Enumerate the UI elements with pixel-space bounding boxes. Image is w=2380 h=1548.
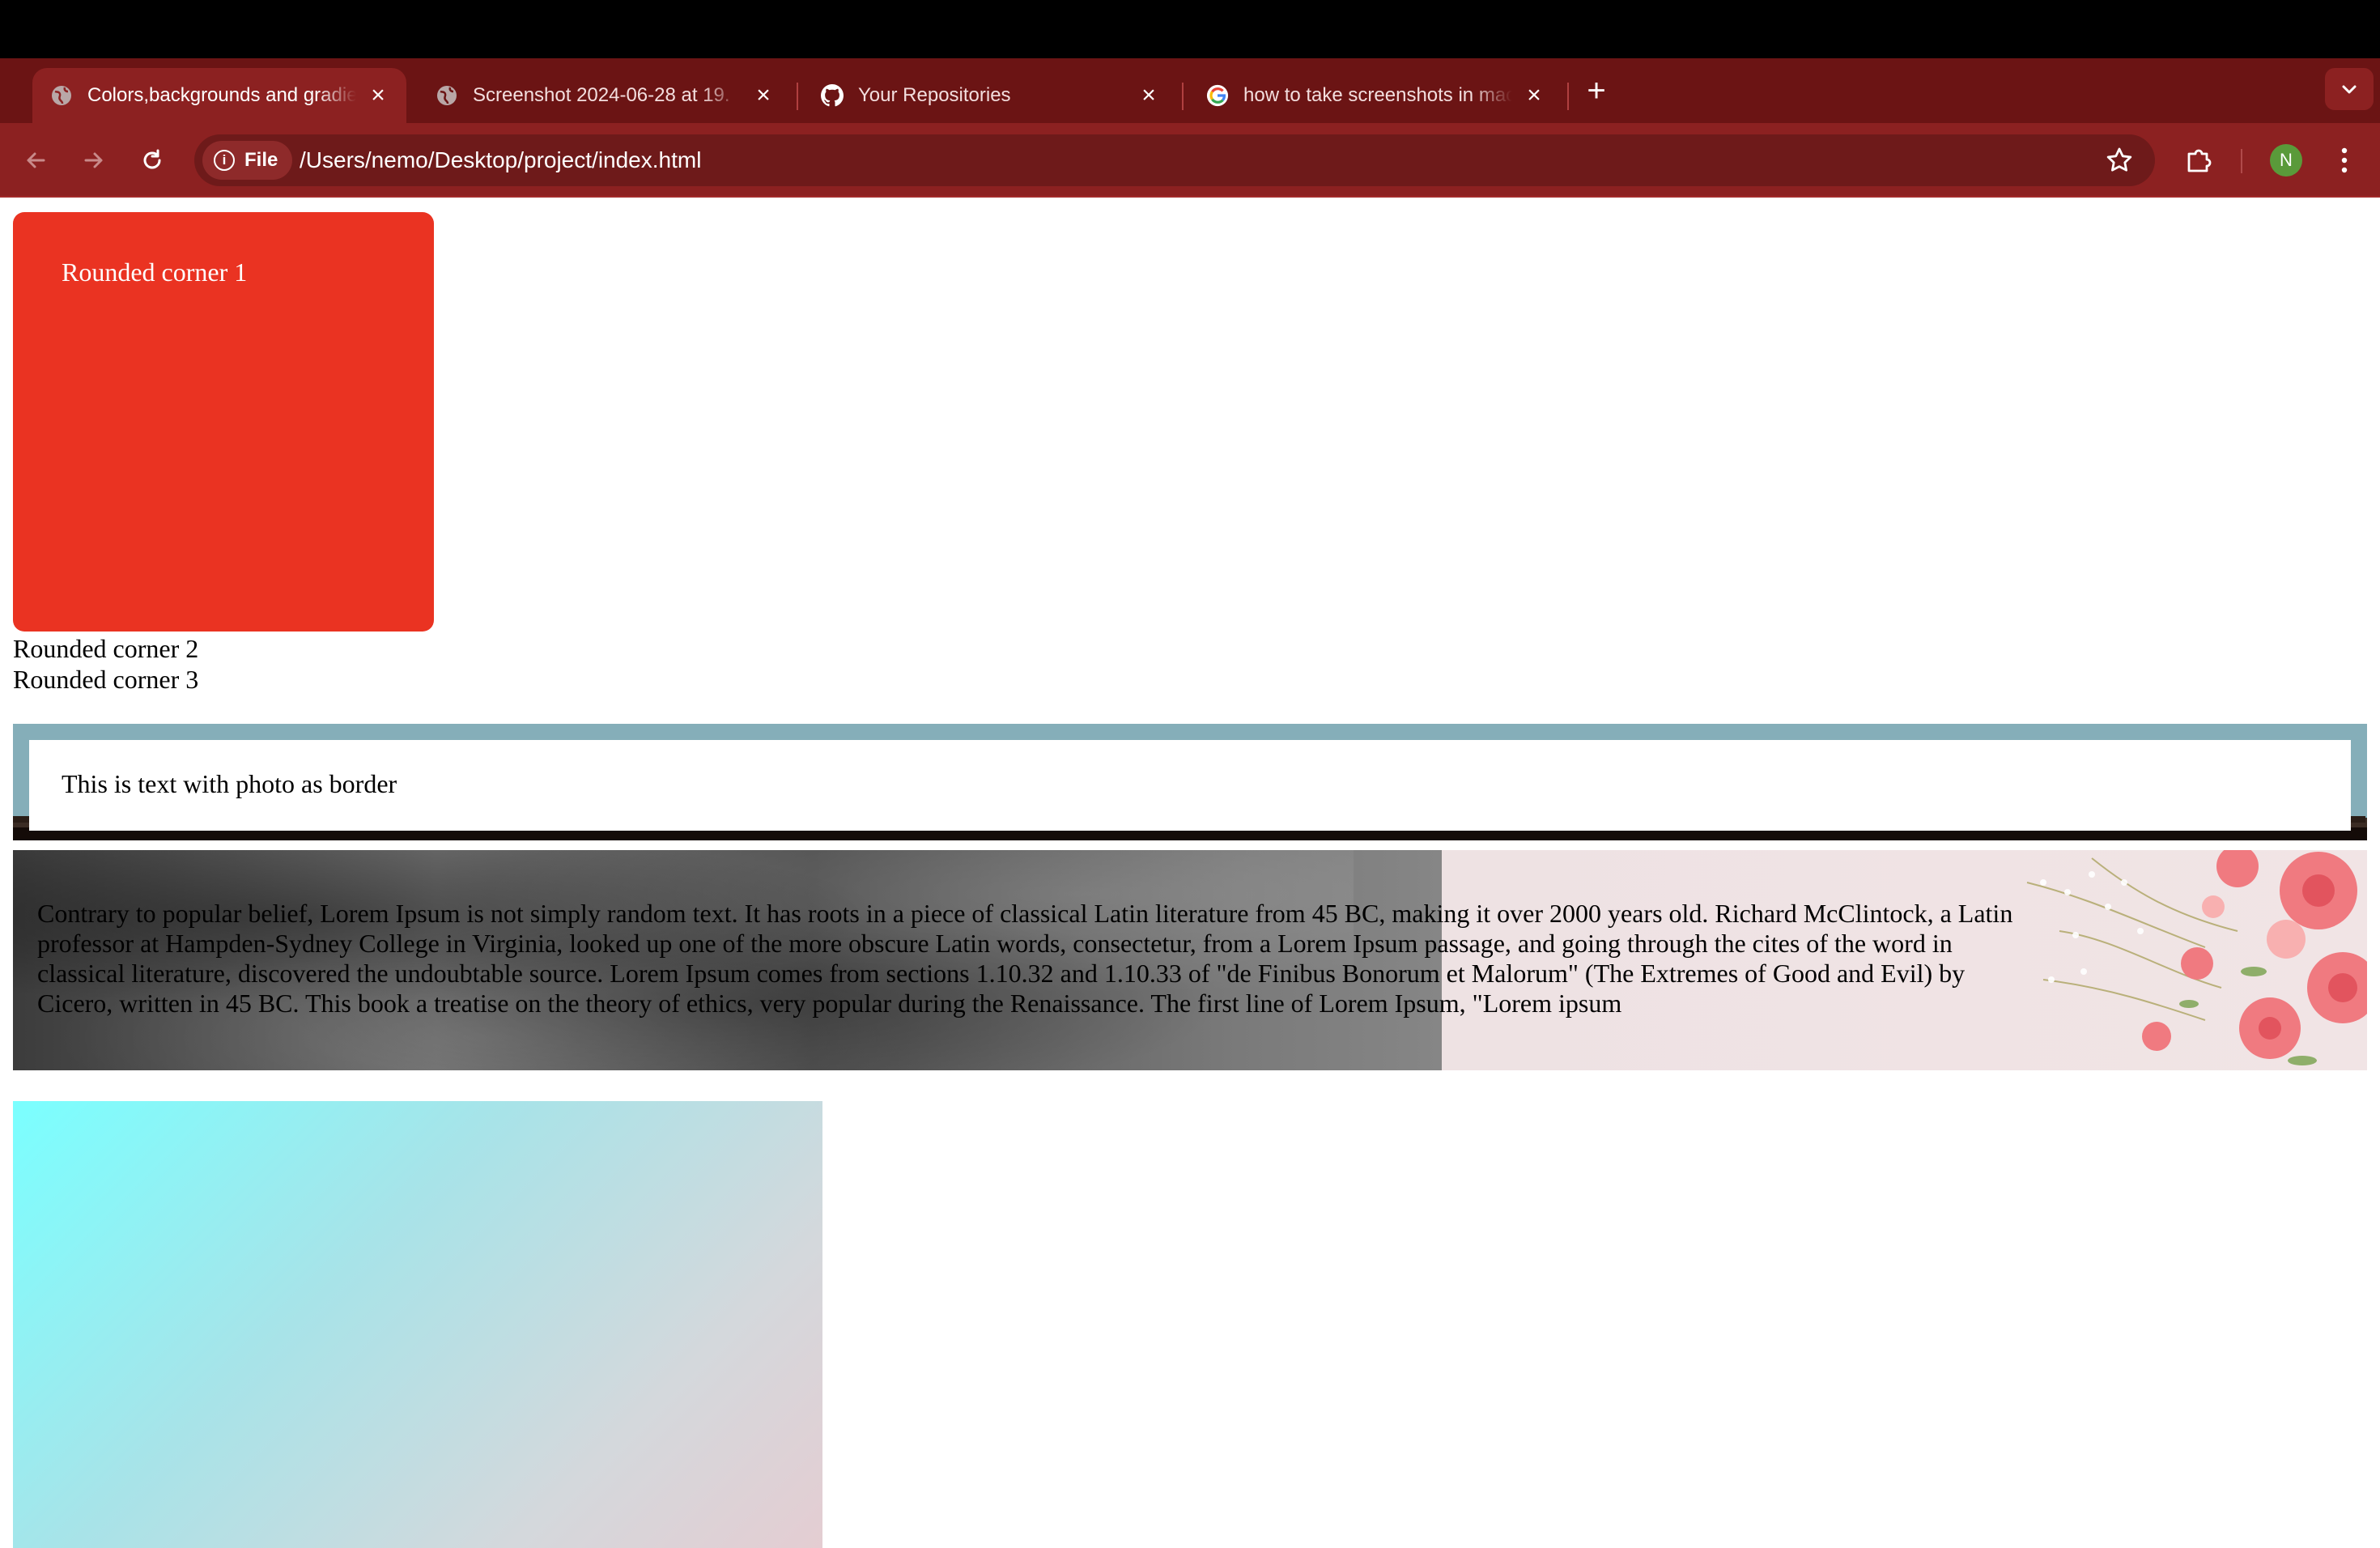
lorem-paragraph: Contrary to popular belief, Lorem Ipsum … (37, 899, 2013, 1018)
tab-close-icon[interactable]: × (751, 83, 776, 108)
tab-search-button[interactable] (2325, 68, 2374, 110)
tab-title: Your Repositories (858, 84, 1011, 106)
tab-separator (797, 83, 798, 110)
page-content: Rounded corner 1 Rounded corner 2 Rounde… (0, 199, 2380, 1548)
site-info-chip[interactable]: i File (202, 141, 293, 180)
tab-your-repositories[interactable]: Your Repositories × (803, 68, 1177, 123)
tab-close-icon[interactable]: × (1137, 83, 1161, 108)
tab-how-to-take-screenshots[interactable]: how to take screenshots in mac × (1188, 68, 1562, 123)
new-tab-button[interactable]: + (1579, 74, 1614, 107)
rounded-corner-box: Rounded corner 1 (13, 212, 434, 632)
reload-icon (143, 149, 161, 169)
forward-button[interactable] (74, 141, 113, 180)
browser-toolbar: i File /Users/nemo/Desktop/project/index… (0, 123, 2380, 198)
tab-separator (1182, 83, 1184, 110)
info-icon: i (214, 150, 235, 171)
profile-button[interactable]: N (2267, 141, 2306, 180)
tab-screenshot[interactable]: Screenshot 2024-06-28 at 19. × (418, 68, 792, 123)
avatar: N (2270, 144, 2302, 176)
arrow-left-icon (27, 152, 45, 168)
github-icon (821, 84, 844, 107)
tab-close-icon[interactable]: × (1522, 83, 1546, 108)
bookmark-star-icon[interactable] (2105, 146, 2134, 175)
tab-colors-backgrounds[interactable]: Colors,backgrounds and gradients × (32, 68, 406, 123)
tab-strip: Colors,backgrounds and gradients × Scree… (0, 58, 2380, 123)
flowers-image (2026, 850, 2367, 1065)
globe-icon (50, 84, 73, 107)
kebab-menu-icon (2341, 147, 2348, 173)
toolbar-separator (2241, 149, 2242, 173)
tab-close-icon[interactable]: × (366, 83, 390, 108)
arrow-right-icon (84, 152, 103, 168)
globe-icon (436, 84, 458, 107)
rounded-corner-3-text: Rounded corner 3 (13, 665, 199, 694)
lorem-background-panel: Contrary to popular belief, Lorem Ipsum … (13, 850, 2367, 1070)
address-bar[interactable]: i File /Users/nemo/Desktop/project/index… (194, 134, 2155, 186)
security-chip-label: File (244, 149, 278, 171)
tab-separator (1567, 83, 1569, 110)
rounded-corner-2-text: Rounded corner 2 (13, 634, 199, 663)
url-text[interactable]: /Users/nemo/Desktop/project/index.html (300, 134, 701, 186)
gradient-box (13, 1101, 822, 1548)
tab-title: how to take screenshots in mac (1243, 84, 1512, 106)
reload-button[interactable] (133, 141, 172, 180)
rounded-corner-1-label: Rounded corner 1 (62, 257, 248, 287)
extensions-button[interactable] (2179, 141, 2218, 180)
chevron-down-icon (2342, 85, 2357, 94)
tab-title: Colors,backgrounds and gradients (87, 84, 356, 106)
google-icon (1206, 84, 1229, 107)
puzzle-icon (2187, 149, 2212, 172)
photo-border-box: This is text with photo as border (13, 724, 2367, 840)
menu-button[interactable] (2325, 141, 2364, 180)
back-button[interactable] (16, 141, 55, 180)
photo-border-text: This is text with photo as border (62, 769, 397, 798)
photo-border-inner: This is text with photo as border (29, 740, 2351, 831)
os-menu-bar (0, 0, 2380, 58)
tab-title: Screenshot 2024-06-28 at 19. (473, 84, 730, 106)
